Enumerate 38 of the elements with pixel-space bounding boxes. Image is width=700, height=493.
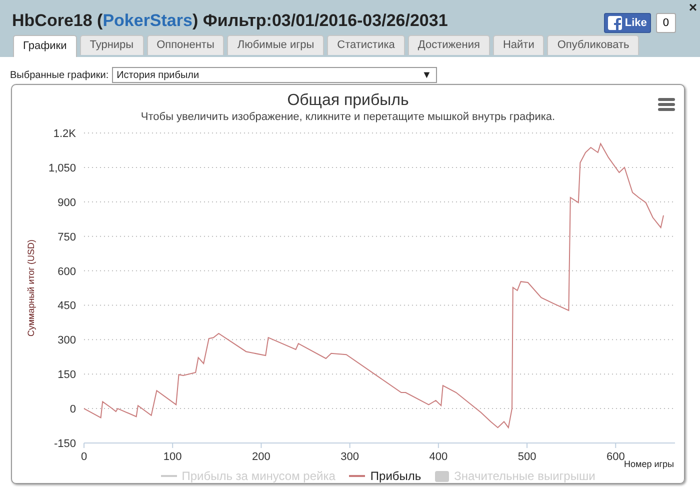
tab[interactable]: Статистика xyxy=(327,35,405,55)
like-button[interactable]: Like xyxy=(604,12,651,33)
y-tick-label: 600 xyxy=(58,266,76,278)
tab[interactable]: Опубликовать xyxy=(547,35,640,55)
tab[interactable]: Любимые игры xyxy=(227,35,324,55)
chart-selector-dropdown[interactable]: История прибыли ▼ xyxy=(112,67,437,83)
y-tick-label: 750 xyxy=(58,231,76,244)
x-tick-label: 500 xyxy=(518,451,536,463)
x-tick-label: 100 xyxy=(163,451,182,463)
x-axis-title: Номер игры xyxy=(624,458,674,471)
x-tick-label: 0 xyxy=(80,451,88,463)
y-tick-label: 150 xyxy=(58,369,76,382)
y-axis-title: Суммарный итог (USD) xyxy=(26,239,36,337)
tab[interactable]: Найти xyxy=(492,35,544,55)
y-tick-label: 1.2K xyxy=(53,129,76,140)
x-tick-label: 300 xyxy=(340,451,359,463)
y-tick-label: 300 xyxy=(58,334,76,347)
tab[interactable]: Достижения xyxy=(408,35,490,55)
y-tick-label: 0 xyxy=(70,404,76,416)
legend-item[interactable]: Прибыль xyxy=(370,467,422,485)
tab[interactable]: Графики xyxy=(13,35,77,57)
window-title: HbCore18 (PokerStars) Фильтр:03/01/2016-03/26/2031 xyxy=(12,10,448,32)
x-tick-label: 200 xyxy=(252,451,270,463)
chart-selector-label: Выбранные графики: xyxy=(10,68,109,82)
chart-subtitle: Чтобы увеличить изображение, кликните и перетащите мышкой внутрь графика. xyxy=(140,111,556,123)
chart-title: Общая прибыль xyxy=(287,91,409,111)
facebook-icon xyxy=(608,16,622,30)
tab[interactable]: Турниры xyxy=(80,35,144,55)
close-button[interactable]: × xyxy=(688,0,697,14)
y-tick-label: 1,050 xyxy=(48,162,76,174)
x-tick-label: 600 xyxy=(606,451,625,463)
menu-icon[interactable] xyxy=(658,98,675,111)
y-tick-label: 900 xyxy=(58,196,76,209)
y-tick-label: 450 xyxy=(58,300,76,312)
x-tick-label: 400 xyxy=(429,451,448,463)
tab[interactable]: Оппоненты xyxy=(146,35,224,55)
y-tick-label: -150 xyxy=(54,438,76,450)
like-count: 0 xyxy=(656,12,676,33)
